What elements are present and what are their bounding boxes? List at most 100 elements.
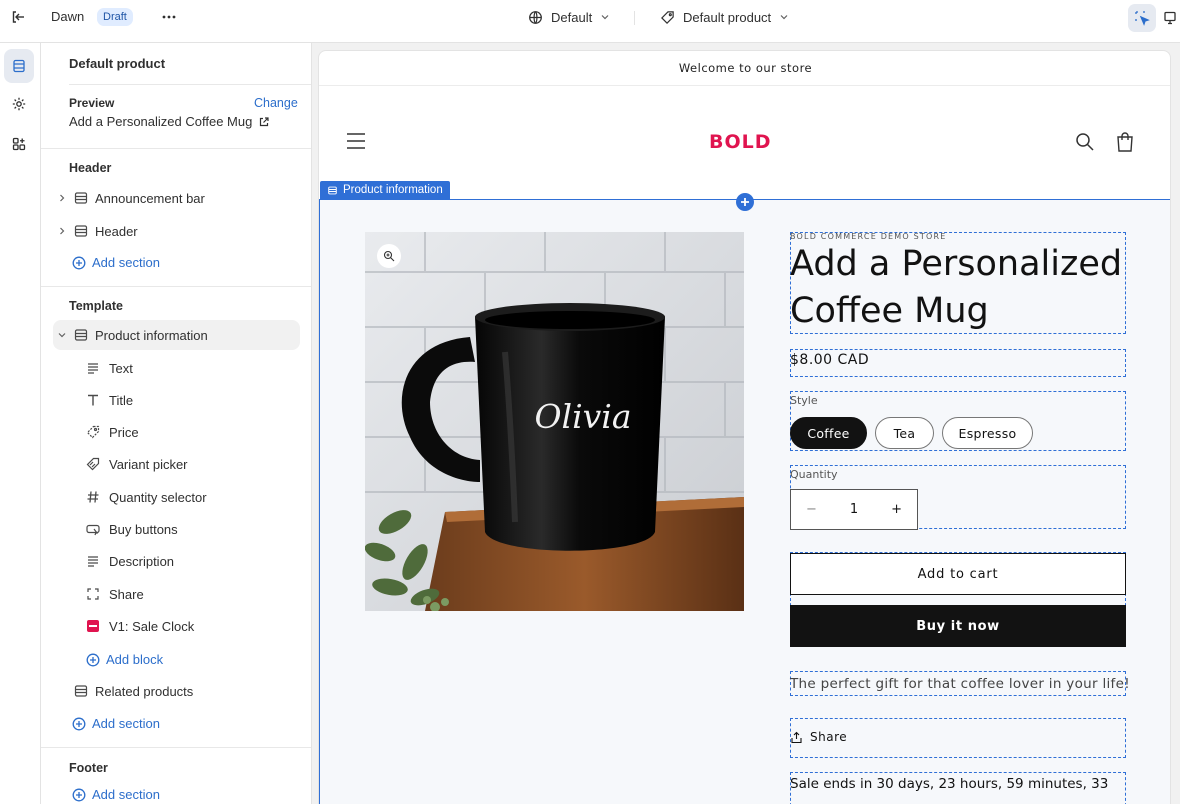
quantity-value[interactable]: 1: [850, 502, 858, 517]
template-selector-label: Default product: [683, 9, 772, 25]
section-announcement-bar[interactable]: Announcement bar: [53, 183, 300, 213]
block-label: Text: [109, 360, 133, 376]
quantity-stepper[interactable]: − 1 +: [790, 489, 918, 530]
section-label: Related products: [95, 683, 194, 699]
chevron-right-icon[interactable]: [55, 191, 69, 205]
chevron-down-icon[interactable]: [55, 328, 69, 342]
header-group-title: Header: [69, 161, 112, 175]
sections-sidebar: Default product Preview Change Add a Per…: [41, 43, 312, 804]
plus-icon[interactable]: +: [891, 502, 902, 517]
block-label: Title: [109, 392, 134, 408]
add-section-plus-icon[interactable]: [736, 193, 754, 211]
sidebar-title: Default product: [69, 56, 166, 71]
menu-icon[interactable]: [346, 132, 366, 150]
share-label: Share: [810, 730, 848, 744]
block-title[interactable]: Title: [83, 385, 300, 415]
plus-circle-icon: [72, 717, 86, 731]
divider: [41, 148, 311, 149]
sections-tab[interactable]: [4, 49, 34, 83]
buy-button-icon: [85, 521, 101, 537]
section-related-products[interactable]: Related products: [53, 676, 300, 706]
add-to-cart-button[interactable]: Add to cart: [790, 553, 1126, 595]
variant-icon: [85, 456, 101, 472]
chevron-down-icon: [600, 12, 610, 22]
bold-app-icon: [85, 618, 101, 634]
share-icon: [790, 731, 803, 744]
block-buy-buttons[interactable]: Buy buttons: [83, 514, 300, 544]
product-image[interactable]: Olivia: [365, 232, 744, 611]
block-price[interactable]: Price: [83, 417, 300, 447]
variant-option-espresso[interactable]: Espresso: [942, 417, 1033, 449]
add-section-template-button[interactable]: Add section: [72, 716, 160, 731]
share-frame-icon: [85, 586, 101, 602]
add-section-header-button[interactable]: Add section: [72, 255, 160, 270]
apps-tab[interactable]: [4, 127, 34, 161]
block-label: Price: [109, 424, 139, 440]
chevron-right-icon[interactable]: [55, 224, 69, 238]
icon-rail: [0, 43, 41, 804]
share-button[interactable]: Share: [790, 730, 847, 744]
more-actions-icon[interactable]: [160, 8, 178, 26]
add-block-button[interactable]: Add block: [86, 652, 163, 667]
plus-circle-icon: [72, 788, 86, 802]
section-product-information[interactable]: Product information: [53, 320, 300, 350]
store-preview: Welcome to our store BOLD Product inform…: [318, 50, 1171, 804]
block-label: V1: Sale Clock: [109, 618, 195, 634]
zoom-icon: [383, 250, 395, 262]
template-selector[interactable]: Default product: [660, 8, 789, 26]
block-description[interactable]: Description: [83, 546, 300, 576]
text-lines-icon: [85, 360, 101, 376]
status-badge: Draft: [97, 8, 133, 26]
minus-icon[interactable]: −: [806, 502, 817, 517]
store-selector[interactable]: Default: [528, 8, 610, 26]
footer-group-title: Footer: [69, 761, 108, 775]
section-header[interactable]: Header: [53, 216, 300, 246]
preview-label: Preview: [69, 96, 115, 110]
divider: [41, 286, 311, 287]
store-selector-label: Default: [551, 9, 593, 25]
block-quantity-selector[interactable]: Quantity selector: [83, 482, 300, 512]
device-preview-button[interactable]: [1160, 4, 1180, 32]
block-label: Share: [109, 586, 144, 602]
divider: [69, 84, 311, 85]
change-preview-link[interactable]: Change: [254, 96, 298, 110]
divider: [41, 747, 311, 748]
chevron-down-icon: [779, 12, 789, 22]
store-logo[interactable]: BOLD: [709, 131, 772, 153]
theme-name: Dawn: [51, 9, 85, 24]
divider: [634, 11, 635, 25]
preview-product-link[interactable]: Add a Personalized Coffee Mug: [69, 114, 270, 129]
template-group-title: Template: [69, 299, 123, 313]
variant-option-coffee[interactable]: Coffee: [790, 417, 867, 449]
tag-icon: [660, 10, 675, 25]
block-label: Buy buttons: [109, 521, 178, 537]
buy-now-button[interactable]: Buy it now: [790, 605, 1126, 647]
inspector-toggle-button[interactable]: [1128, 4, 1156, 32]
product-information-section[interactable]: Olivia BOLD COMMERCE DEMO STORE Add a Pe…: [319, 199, 1170, 804]
announcement-bar[interactable]: Welcome to our store: [319, 51, 1170, 86]
section-label: Announcement bar: [95, 190, 205, 206]
plus-circle-icon: [86, 653, 100, 667]
product-description: The perfect gift for that coffee lover i…: [790, 676, 1130, 692]
search-icon[interactable]: [1075, 132, 1095, 152]
select-cursor-icon: [1134, 10, 1150, 26]
add-block-label: Add block: [106, 652, 164, 667]
desktop-icon: [1162, 10, 1178, 26]
block-variant-picker[interactable]: Variant picker: [83, 449, 300, 479]
product-title: Add a Personalized Coffee Mug: [790, 244, 1123, 331]
quantity-label: Quantity: [790, 468, 838, 481]
block-sale-clock[interactable]: V1: Sale Clock: [83, 611, 300, 641]
add-section-footer-button[interactable]: Add section: [72, 787, 160, 802]
theme-settings-tab[interactable]: [4, 87, 34, 121]
cart-icon[interactable]: [1115, 131, 1135, 153]
section-overlay-label[interactable]: Product information: [320, 181, 450, 199]
sections-icon: [11, 58, 27, 74]
price-tag-icon: [85, 424, 101, 440]
section-icon: [73, 683, 89, 699]
exit-icon[interactable]: [10, 9, 26, 25]
block-share[interactable]: Share: [83, 579, 300, 609]
caret-spacer: [55, 684, 69, 698]
variant-option-tea[interactable]: Tea: [875, 417, 934, 449]
block-text[interactable]: Text: [83, 353, 300, 383]
zoom-button[interactable]: [377, 244, 401, 268]
